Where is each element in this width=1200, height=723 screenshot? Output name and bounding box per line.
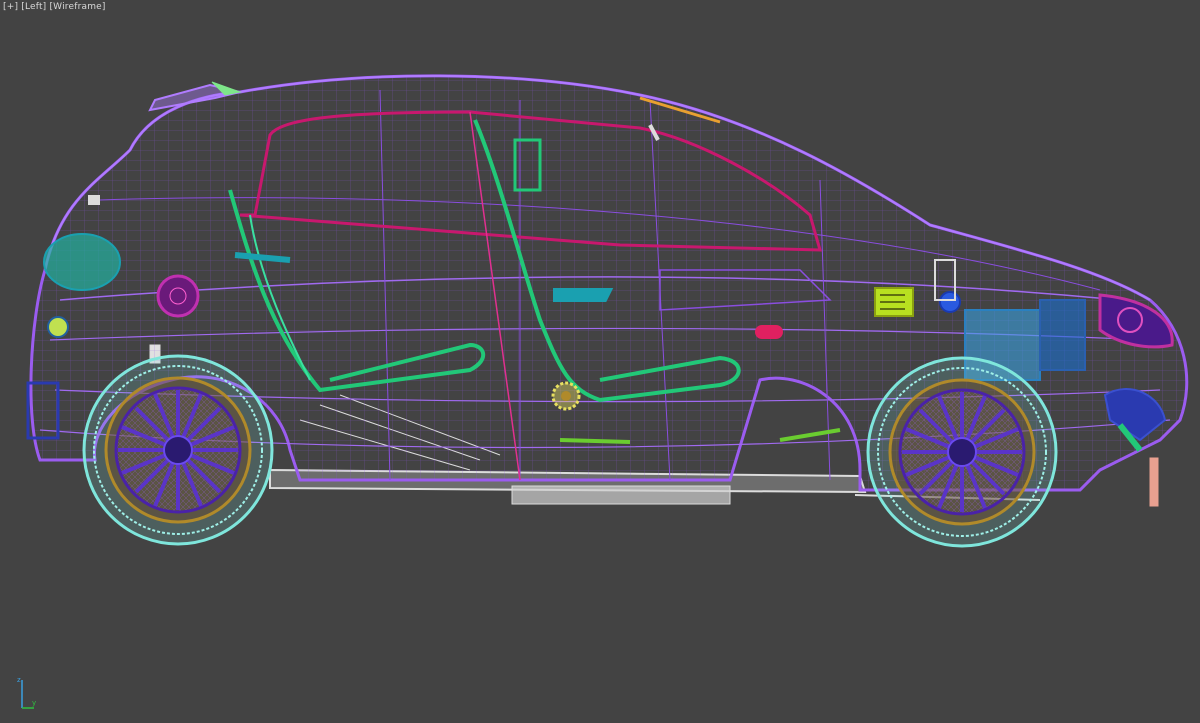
car-wireframe-model[interactable] xyxy=(0,0,1200,723)
gizmo-y-label: y xyxy=(32,699,36,707)
gear-part xyxy=(551,381,581,411)
wireframe-viewport[interactable]: [+] [Left] [Wireframe] z y xyxy=(0,0,1200,723)
rear-wheel xyxy=(82,354,274,546)
front-wheel xyxy=(866,356,1058,548)
axis-gizmo-icon: z y xyxy=(17,676,36,709)
gizmo-z-label: z xyxy=(17,676,21,684)
